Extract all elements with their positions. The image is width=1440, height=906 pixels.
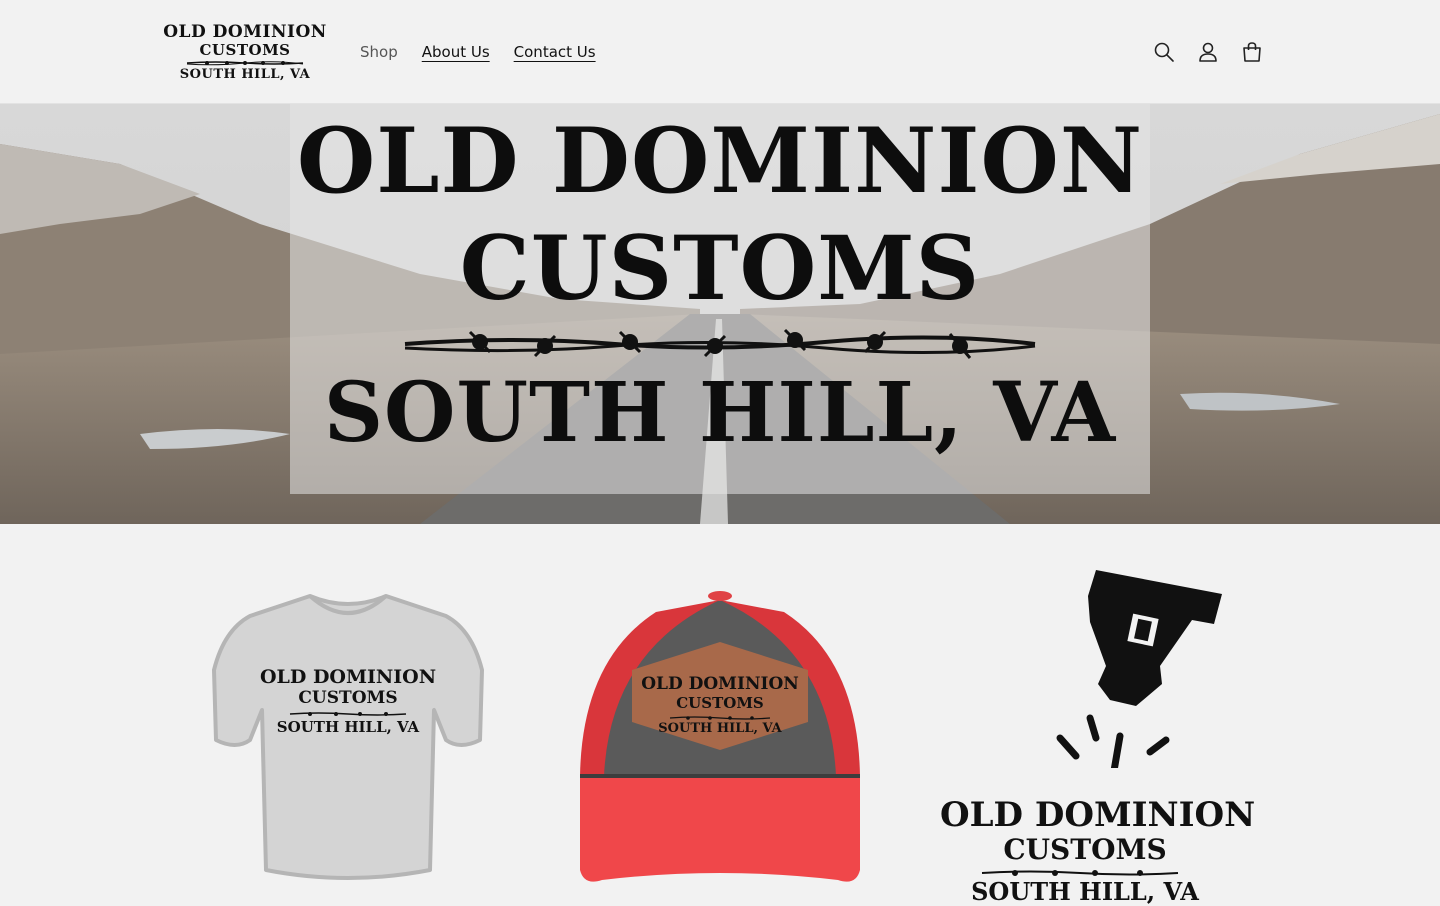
main-nav: Shop About Us Contact Us [348, 40, 608, 64]
hero-logo: OLD DOMINION CUSTOMS SOUTH HILL, VA [290, 104, 1150, 494]
header-icons [1142, 30, 1274, 74]
nav-shop[interactable]: Shop [348, 40, 410, 64]
laser-engraver-icon [1056, 570, 1222, 768]
site-header: OLD DOMINION CUSTOMS SOUTH HILL, VA Shop… [0, 0, 1440, 104]
hero-title-line-3: SOUTH HILL, VA [323, 365, 1117, 461]
search-icon [1154, 42, 1174, 62]
engraving-line-2: CUSTOMS [1003, 833, 1167, 866]
search-button[interactable] [1142, 30, 1186, 74]
account-icon [1199, 42, 1217, 62]
cart-icon [1243, 42, 1261, 62]
t-shirt-image [212, 594, 484, 880]
hero-banner: OLD DOMINION CUSTOMS SOUTH HILL, VA [0, 104, 1440, 524]
hat-patch-line-2: CUSTOMS [676, 694, 764, 712]
hat-patch-line-1: OLD DOMINION [641, 674, 799, 694]
hat-patch-line-3: SOUTH HILL, VA [658, 721, 782, 736]
hero-title-line-2: CUSTOMS [459, 216, 981, 320]
barbed-wire-icon [186, 60, 304, 65]
product-card-trucker-hat[interactable]: OLD DOMINION CUSTOMS SOUTH HILL, VA [576, 590, 864, 884]
barbed-wire-icon [404, 328, 1036, 359]
t-shirt-print-line-1: OLD DOMINION [259, 666, 437, 688]
featured-products: OLD DOMINION CUSTOMS SOUTH HILL, VA OLD … [0, 524, 1440, 904]
product-card-laser-engraving[interactable]: OLD DOMINION CUSTOMS SOUTH HILL, VA [940, 568, 1256, 904]
logo-line-3: SOUTH HILL, VA [179, 66, 311, 82]
cart-button[interactable] [1230, 30, 1274, 74]
barbed-wire-icon [669, 716, 771, 720]
logo-line-2: CUSTOMS [199, 40, 291, 59]
nav-about-us[interactable]: About Us [410, 40, 502, 64]
store-logo[interactable]: OLD DOMINION CUSTOMS SOUTH HILL, VA [163, 18, 326, 86]
t-shirt-print-line-2: CUSTOMS [298, 688, 398, 708]
t-shirt-print-line-3: SOUTH HILL, VA [276, 718, 420, 736]
barbed-wire-icon [289, 712, 407, 716]
account-button[interactable] [1186, 30, 1230, 74]
nav-contact-us[interactable]: Contact Us [502, 40, 608, 64]
hero-title-line-1: OLD DOMINION [296, 108, 1144, 214]
product-card-t-shirt[interactable]: OLD DOMINION CUSTOMS SOUTH HILL, VA [210, 590, 486, 886]
logo-line-1: OLD DOMINION [163, 21, 327, 42]
trucker-hat-image [580, 591, 860, 882]
engraving-line-3: SOUTH HILL, VA [971, 877, 1199, 906]
engraving-line-1: OLD DOMINION [940, 795, 1256, 835]
